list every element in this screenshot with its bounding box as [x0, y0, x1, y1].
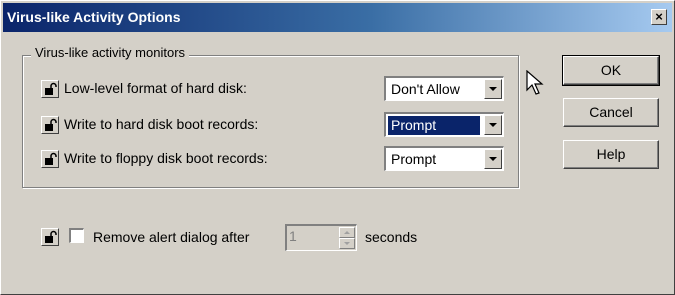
low-level-format-label: Low-level format of hard disk:	[64, 80, 247, 96]
ok-button[interactable]: OK	[562, 55, 660, 86]
seconds-value: 1	[289, 228, 297, 244]
chevron-down-icon[interactable]	[484, 149, 502, 169]
spin-down-icon[interactable]	[339, 238, 355, 249]
dialog-window: Virus-like Activity Options × Virus-like…	[0, 0, 675, 295]
chevron-down-icon[interactable]	[484, 115, 502, 135]
spin-up-icon[interactable]	[339, 227, 355, 238]
floppy-boot-label: Write to floppy disk boot records:	[64, 150, 268, 166]
padlock-icon	[45, 152, 57, 165]
help-button[interactable]: Help	[563, 140, 659, 169]
window-title: Virus-like Activity Options	[7, 9, 181, 25]
chevron-down-icon[interactable]	[484, 79, 502, 99]
floppy-boot-value: Prompt	[391, 151, 437, 167]
lock-toggle-floppy-boot[interactable]	[41, 150, 59, 168]
seconds-spinner[interactable]: 1	[285, 224, 357, 251]
lock-toggle-remove-alert[interactable]	[41, 228, 59, 246]
low-level-format-value: Don't Allow	[391, 81, 460, 97]
cancel-button[interactable]: Cancel	[563, 98, 659, 127]
close-button[interactable]: ×	[651, 9, 667, 25]
mouse-pointer-icon	[526, 70, 544, 95]
lock-toggle-hard-disk-boot[interactable]	[41, 116, 59, 134]
low-level-format-select[interactable]: Don't Allow	[384, 76, 504, 101]
title-bar[interactable]: Virus-like Activity Options ×	[3, 3, 672, 32]
seconds-suffix-label: seconds	[365, 229, 418, 245]
lock-toggle-low-level-format[interactable]	[41, 80, 59, 98]
remove-alert-checkbox[interactable]	[69, 228, 84, 243]
remove-alert-label: Remove alert dialog after	[93, 229, 250, 245]
padlock-icon	[45, 230, 57, 243]
floppy-boot-select[interactable]: Prompt	[384, 146, 504, 171]
hard-disk-boot-value: Prompt	[388, 116, 480, 135]
hard-disk-boot-select[interactable]: Prompt	[384, 112, 504, 137]
hard-disk-boot-label: Write to hard disk boot records:	[64, 116, 259, 132]
padlock-icon	[45, 118, 57, 131]
padlock-icon	[45, 82, 57, 95]
monitors-group-label: Virus-like activity monitors	[31, 45, 190, 60]
